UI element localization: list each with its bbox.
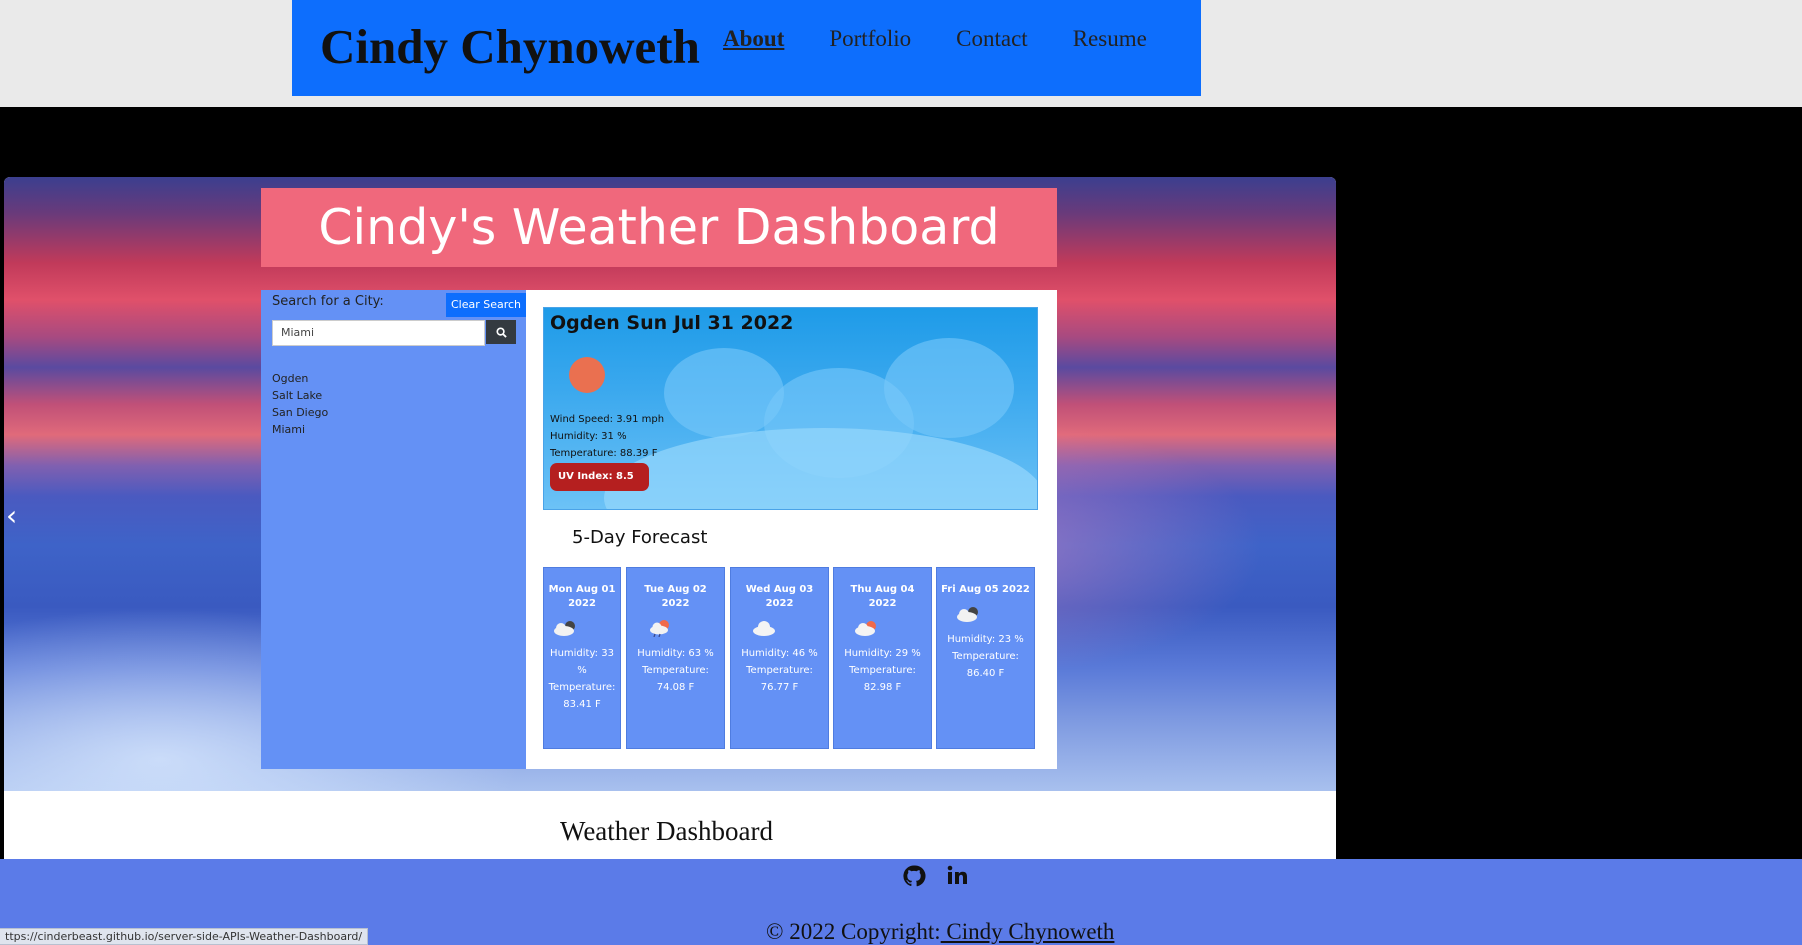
github-icon[interactable] xyxy=(902,864,926,893)
browser-status-bar: ttps://cinderbeast.github.io/server-side… xyxy=(0,928,369,945)
forecast-card: Mon Aug 01 2022 Humidity: 33 % Temperatu… xyxy=(543,567,621,749)
linkedin-icon[interactable] xyxy=(946,864,968,893)
clear-search-button[interactable]: Clear Search xyxy=(446,293,526,317)
cloud-icon xyxy=(955,605,1034,631)
sun-icon xyxy=(569,357,605,393)
forecast-date: Wed Aug 03 2022 xyxy=(745,584,814,609)
caption-title[interactable]: Weather Dashboard xyxy=(560,816,773,847)
forecast-humidity: Humidity: 46 % xyxy=(741,648,818,659)
current-city-date: Ogden Sun Jul 31 2022 xyxy=(550,312,794,334)
temperature: Temperature: 88.39 F xyxy=(550,448,658,459)
forecast-humidity: Humidity: 63 % xyxy=(637,648,714,659)
carousel-prev-icon[interactable]: ‹ xyxy=(6,499,17,532)
forecast-humidity: Humidity: 29 % xyxy=(844,648,921,659)
carousel-slide-image[interactable]: ‹ Cindy's Weather Dashboard Search for a… xyxy=(4,177,1336,791)
forecast-date: Mon Aug 01 2022 xyxy=(548,584,616,609)
forecast-date: Tue Aug 02 2022 xyxy=(644,584,707,609)
social-links xyxy=(902,864,968,893)
forecast-temperature: Temperature: 76.77 F xyxy=(746,665,813,693)
forecast-humidity: Humidity: 33 % xyxy=(550,648,614,676)
site-name: Cindy Chynoweth xyxy=(320,19,700,74)
city-search-input[interactable]: Miami xyxy=(272,320,485,346)
forecast-card: Fri Aug 05 2022 Humidity: 23 % Temperatu… xyxy=(936,567,1035,749)
carousel-caption: Weather Dashboard xyxy=(4,791,1336,859)
cloud-sun-icon xyxy=(649,619,724,645)
search-label: Search for a City: xyxy=(272,294,384,309)
search-icon xyxy=(495,327,507,338)
search-button[interactable] xyxy=(486,320,516,344)
cloud-shape xyxy=(884,338,1014,438)
humidity: Humidity: 31 % xyxy=(550,431,627,442)
forecast-date: Thu Aug 04 2022 xyxy=(850,584,915,609)
nav-about[interactable]: About xyxy=(723,26,784,52)
history-item[interactable]: Ogden xyxy=(272,370,328,387)
copyright-prefix: © 2022 Copyright: xyxy=(766,919,941,944)
project-carousel: ‹ Cindy's Weather Dashboard Search for a… xyxy=(4,177,1336,859)
forecast-date: Fri Aug 05 2022 xyxy=(941,584,1030,595)
forecast-temperature: Temperature: 83.41 F xyxy=(548,682,616,710)
history-item[interactable]: San Diego xyxy=(272,404,328,421)
forecast-temperature: Temperature: 74.08 F xyxy=(642,665,709,693)
nav-portfolio[interactable]: Portfolio xyxy=(829,26,911,52)
nav-resume[interactable]: Resume xyxy=(1073,26,1147,52)
cloud-sun-icon xyxy=(854,619,931,645)
search-history: Ogden Salt Lake San Diego Miami xyxy=(272,370,328,438)
forecast-title: 5-Day Forecast xyxy=(572,527,708,548)
app-sidebar: Search for a City: Clear Search Miami Og… xyxy=(261,290,526,769)
history-item[interactable]: Salt Lake xyxy=(272,387,328,404)
forecast-humidity: Humidity: 23 % xyxy=(947,634,1024,645)
forecast-card: Wed Aug 03 2022 Humidity: 46 % Temperatu… xyxy=(730,567,829,749)
app-title: Cindy's Weather Dashboard xyxy=(261,188,1057,267)
cloud-icon xyxy=(751,619,828,645)
forecast-card: Thu Aug 04 2022 Humidity: 29 % Temperatu… xyxy=(833,567,932,749)
copyright: © 2022 Copyright: Cindy Chynoweth xyxy=(766,919,1114,945)
forecast-temperature: Temperature: 82.98 F xyxy=(849,665,916,693)
site-header: Cindy Chynoweth About Portfolio Contact … xyxy=(292,0,1201,96)
forecast-card: Tue Aug 02 2022 Humidity: 63 % Temperatu… xyxy=(626,567,725,749)
current-weather-card: Ogden Sun Jul 31 2022 Wind Speed: 3.91 m… xyxy=(543,307,1038,510)
cloud-icon xyxy=(552,619,620,645)
weather-panel: Ogden Sun Jul 31 2022 Wind Speed: 3.91 m… xyxy=(526,290,1057,769)
uv-index-badge: UV Index: 8.5 xyxy=(550,463,649,491)
copyright-link[interactable]: Cindy Chynoweth xyxy=(941,919,1114,944)
wind-speed: Wind Speed: 3.91 mph xyxy=(550,414,665,425)
nav-contact[interactable]: Contact xyxy=(956,26,1028,52)
cloud-shape xyxy=(604,428,1037,509)
main-nav: About Portfolio Contact Resume xyxy=(723,26,1192,52)
history-item[interactable]: Miami xyxy=(272,421,328,438)
forecast-temperature: Temperature: 86.40 F xyxy=(952,651,1019,679)
